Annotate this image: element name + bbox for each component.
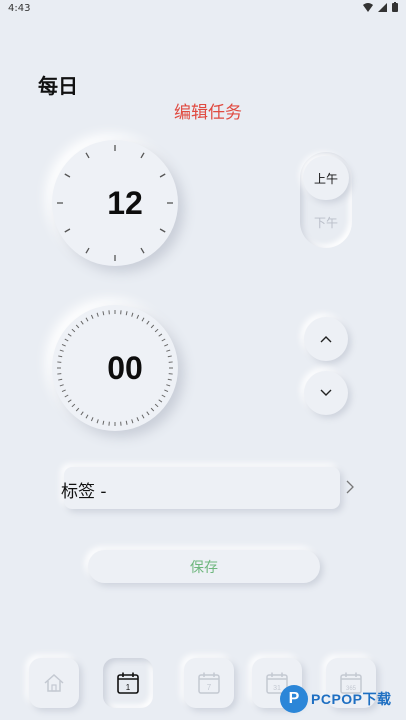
- am-option[interactable]: 上午: [303, 156, 349, 200]
- pm-option[interactable]: 下午: [303, 200, 349, 244]
- am-pm-toggle: 上午 下午: [300, 152, 352, 248]
- tab-day[interactable]: 1: [103, 658, 153, 708]
- chevron-right-icon: [346, 480, 354, 494]
- chevron-down-icon: [320, 389, 332, 396]
- signal-icon: [378, 2, 387, 12]
- status-icons: [363, 2, 398, 12]
- page-title: 编辑任务: [174, 103, 242, 123]
- save-button[interactable]: 保存: [88, 550, 320, 583]
- label-field[interactable]: 标签 -: [61, 467, 354, 509]
- hour-dial[interactable]: 12: [52, 140, 178, 266]
- tab-week[interactable]: 7: [184, 658, 234, 708]
- page-heading: 每日: [38, 74, 78, 98]
- tab-day-badge: 1: [126, 683, 131, 692]
- calendar-day-icon: 1: [117, 672, 139, 694]
- hour-value: 12: [107, 184, 143, 221]
- wifi-icon: [363, 2, 373, 12]
- tab-week-badge: 7: [207, 683, 212, 692]
- watermark-text: PCPOP下载: [311, 691, 392, 707]
- minute-dial[interactable]: 00: [52, 305, 178, 431]
- decrement-button[interactable]: [304, 371, 348, 415]
- minute-value: 00: [107, 349, 143, 386]
- watermark: P PCPOP下载: [280, 682, 392, 716]
- chevron-up-icon: [320, 336, 332, 343]
- status-bar: 4:43: [0, 0, 406, 18]
- watermark-logo-icon: P: [280, 685, 308, 713]
- status-time: 4:43: [8, 3, 31, 14]
- tab-home[interactable]: [29, 658, 79, 708]
- battery-icon: [392, 2, 398, 12]
- label-text: 标签 -: [61, 482, 107, 502]
- calendar-week-icon: 7: [198, 672, 220, 694]
- increment-button[interactable]: [304, 317, 348, 361]
- home-icon: [44, 673, 64, 692]
